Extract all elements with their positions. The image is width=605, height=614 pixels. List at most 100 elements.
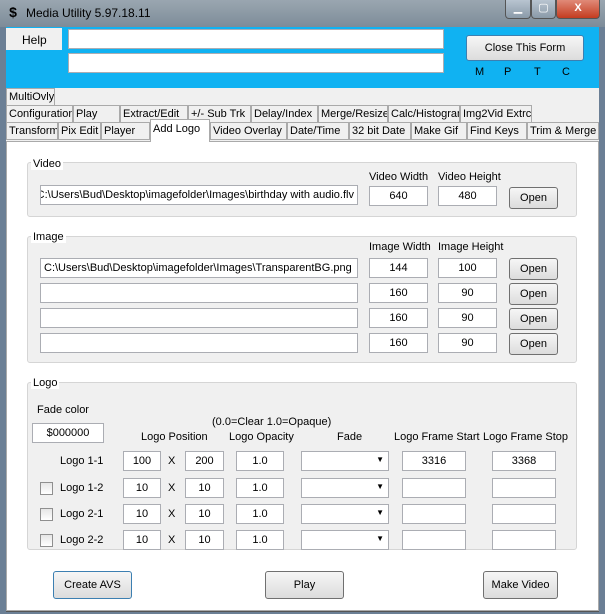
fade-select[interactable]: ▼ bbox=[301, 478, 389, 498]
indicator-p: P bbox=[504, 66, 512, 78]
video-width-label: Video Width bbox=[369, 171, 429, 183]
fade-select[interactable]: ▼ bbox=[301, 530, 389, 550]
x-separator: X bbox=[168, 508, 176, 520]
logo-x-input[interactable]: 10 bbox=[123, 478, 161, 498]
indicator-c: C bbox=[562, 66, 570, 78]
tab-play[interactable]: Play bbox=[73, 105, 120, 123]
logo-y-input[interactable]: 10 bbox=[185, 504, 224, 524]
image-path-input[interactable]: C:\Users\Bud\Desktop\imagefolder\Images\… bbox=[40, 258, 358, 278]
image-width-input[interactable]: 160 bbox=[369, 283, 428, 303]
close-form-button[interactable]: Close This Form bbox=[466, 35, 584, 61]
tab-configuration[interactable]: Configuration bbox=[6, 105, 73, 123]
image-width-input[interactable]: 160 bbox=[369, 308, 428, 328]
image-width-input[interactable]: 160 bbox=[369, 333, 428, 353]
image-open-button[interactable]: Open bbox=[509, 308, 558, 330]
header-frame-stop: Logo Frame Stop bbox=[483, 431, 568, 443]
tab-find-keys[interactable]: Find Keys bbox=[467, 122, 527, 140]
frame-start-input[interactable] bbox=[402, 504, 466, 524]
x-separator: X bbox=[168, 482, 176, 494]
menu-help[interactable]: Help bbox=[22, 33, 47, 47]
logo-opacity-input[interactable]: 1.0 bbox=[236, 530, 284, 550]
video-open-button[interactable]: Open bbox=[509, 187, 558, 209]
frame-stop-input[interactable] bbox=[492, 530, 556, 550]
image-group-label: Image bbox=[31, 231, 66, 243]
tab-multiovly[interactable]: MultiOvly bbox=[6, 88, 55, 106]
tab-make-gif[interactable]: Make Gif bbox=[411, 122, 467, 140]
tab-add-logo[interactable]: Add Logo bbox=[150, 119, 210, 142]
tab-calc-histogram[interactable]: Calc/Histogram bbox=[388, 105, 460, 123]
logo-enable-checkbox[interactable] bbox=[40, 482, 53, 495]
make-video-button[interactable]: Make Video bbox=[483, 571, 558, 599]
tab-delay-index[interactable]: Delay/Index bbox=[251, 105, 318, 123]
video-path-input[interactable]: C:\Users\Bud\Desktop\imagefolder\Images\… bbox=[40, 185, 358, 205]
header-logo-opacity: Logo Opacity bbox=[229, 431, 294, 443]
fade-color-input[interactable]: $000000 bbox=[32, 423, 104, 443]
tab-pix-edit[interactable]: Pix Edit bbox=[58, 122, 101, 140]
top-input-1[interactable] bbox=[68, 29, 444, 49]
video-height-input[interactable]: 480 bbox=[438, 186, 497, 206]
video-path-text: C:\Users\Bud\Desktop\imagefolder\Images\… bbox=[40, 189, 354, 201]
window-title: Media Utility 5.97.18.11 bbox=[26, 6, 151, 20]
tab-player[interactable]: Player bbox=[101, 122, 150, 140]
chevron-down-icon: ▼ bbox=[376, 482, 384, 491]
logo-x-input[interactable]: 100 bbox=[123, 451, 161, 471]
x-separator: X bbox=[168, 534, 176, 546]
frame-start-input[interactable] bbox=[402, 478, 466, 498]
logo-enable-checkbox[interactable] bbox=[40, 534, 53, 547]
chevron-down-icon: ▼ bbox=[376, 455, 384, 464]
maximize-button[interactable]: ▢ bbox=[531, 0, 556, 19]
image-path-input[interactable] bbox=[40, 283, 358, 303]
tab-32bit-date[interactable]: 32 bit Date bbox=[349, 122, 411, 140]
video-height-label: Video Height bbox=[438, 171, 501, 183]
fade-select[interactable]: ▼ bbox=[301, 451, 389, 471]
logo-opacity-input[interactable]: 1.0 bbox=[236, 504, 284, 524]
video-group-label: Video bbox=[31, 158, 63, 170]
tab-img2vid[interactable]: Img2Vid Extrct bbox=[460, 105, 532, 123]
image-open-button[interactable]: Open bbox=[509, 333, 558, 355]
x-separator: X bbox=[168, 455, 176, 467]
logo-x-input[interactable]: 10 bbox=[123, 530, 161, 550]
minimize-button[interactable]: ▁ bbox=[505, 0, 531, 19]
image-path-input[interactable] bbox=[40, 333, 358, 353]
image-height-input[interactable]: 90 bbox=[438, 333, 497, 353]
frame-stop-input[interactable] bbox=[492, 478, 556, 498]
logo-enable-checkbox[interactable] bbox=[40, 508, 53, 521]
close-window-button[interactable]: X bbox=[556, 0, 600, 19]
image-open-button[interactable]: Open bbox=[509, 283, 558, 305]
tab-date-time[interactable]: Date/Time bbox=[287, 122, 349, 140]
indicator-t: T bbox=[534, 66, 541, 78]
logo-row-label: Logo 1-2 bbox=[60, 482, 104, 494]
logo-y-input[interactable]: 10 bbox=[185, 478, 224, 498]
logo-x-input[interactable]: 10 bbox=[123, 504, 161, 524]
image-width-input[interactable]: 144 bbox=[369, 258, 428, 278]
logo-opacity-input[interactable]: 1.0 bbox=[236, 478, 284, 498]
tab-transform[interactable]: Transform bbox=[6, 122, 58, 140]
image-width-label: Image Width bbox=[369, 241, 431, 253]
image-open-button[interactable]: Open bbox=[509, 258, 558, 280]
indicator-m: M bbox=[475, 66, 485, 78]
frame-stop-input[interactable]: 3368 bbox=[492, 451, 556, 471]
play-button[interactable]: Play bbox=[265, 571, 344, 599]
logo-y-input[interactable]: 200 bbox=[185, 451, 224, 471]
logo-opacity-input[interactable]: 1.0 bbox=[236, 451, 284, 471]
logo-y-input[interactable]: 10 bbox=[185, 530, 224, 550]
image-height-input[interactable]: 90 bbox=[438, 283, 497, 303]
logo-row-label: Logo 2-1 bbox=[60, 508, 104, 520]
app-icon: $ bbox=[9, 4, 17, 20]
video-width-input[interactable]: 640 bbox=[369, 186, 428, 206]
image-height-input[interactable]: 100 bbox=[438, 258, 497, 278]
chevron-down-icon: ▼ bbox=[376, 508, 384, 517]
image-path-input[interactable] bbox=[40, 308, 358, 328]
tab-trim-merge[interactable]: Trim & Merge bbox=[527, 122, 599, 140]
tab-video-overlay[interactable]: Video Overlay bbox=[210, 122, 287, 140]
frame-start-input[interactable] bbox=[402, 530, 466, 550]
frame-stop-input[interactable] bbox=[492, 504, 556, 524]
logo-row-label: Logo 2-2 bbox=[60, 534, 104, 546]
frame-start-input[interactable]: 3316 bbox=[402, 451, 466, 471]
image-height-input[interactable]: 90 bbox=[438, 308, 497, 328]
fade-select[interactable]: ▼ bbox=[301, 504, 389, 524]
logo-row-label: Logo 1-1 bbox=[60, 455, 104, 467]
create-avs-button[interactable]: Create AVS bbox=[53, 571, 132, 599]
tab-merge-resize[interactable]: Merge/Resize bbox=[318, 105, 388, 123]
top-input-2[interactable] bbox=[68, 53, 444, 73]
